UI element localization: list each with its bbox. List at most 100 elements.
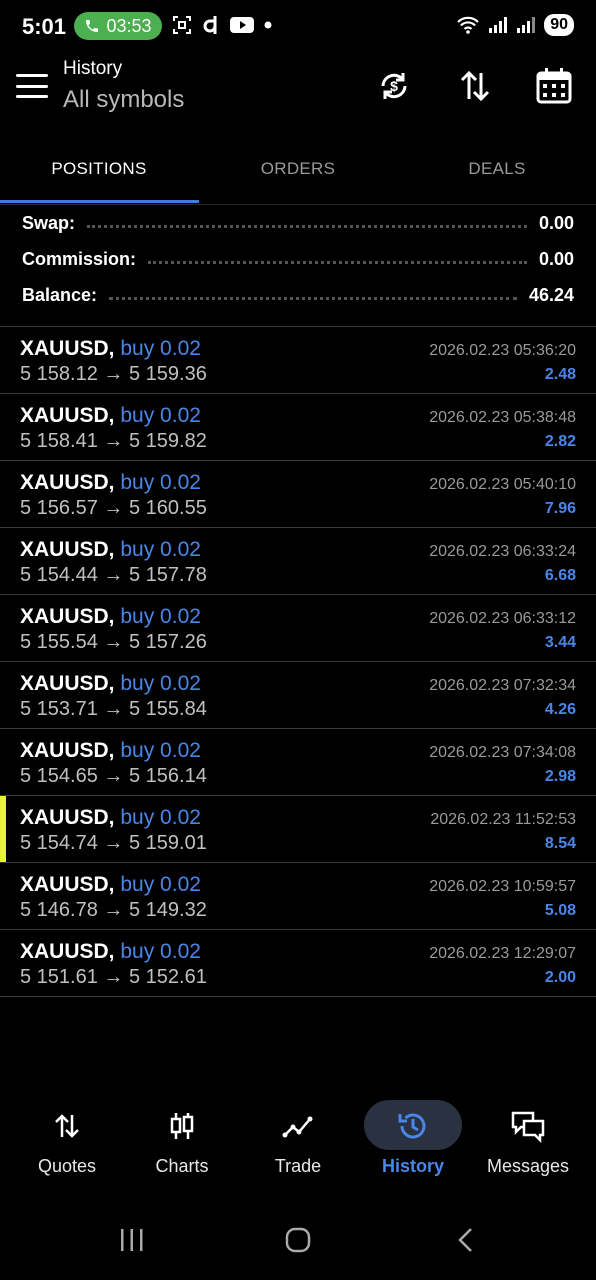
deal-prices: 5 154.74 → 5 159.01 (20, 832, 207, 854)
deal-symbol: XAUUSD, (20, 672, 115, 695)
deal-symbol: XAUUSD, (20, 337, 115, 360)
deal-time: 2026.02.23 05:40:10 (429, 476, 576, 493)
deal-type: buy 0.02 (120, 873, 201, 896)
currency-exchange-icon[interactable]: $ (372, 64, 416, 108)
tab-deals[interactable]: DEALS (398, 134, 596, 204)
balance-row: Balance: 46.24 (22, 280, 574, 310)
divider (87, 223, 527, 228)
deal-type: buy 0.02 (120, 471, 201, 494)
home-icon[interactable] (278, 1220, 318, 1260)
notification-icons (172, 14, 272, 36)
nav-trade[interactable]: Trade (239, 1094, 357, 1194)
svg-text:$: $ (390, 78, 398, 94)
list-item[interactable]: XAUUSD, buy 0.02 5 158.12 → 5 159.36 202… (0, 327, 596, 394)
deal-symbol: XAUUSD, (20, 806, 115, 829)
deal-profit: 2.00 (544, 969, 576, 986)
divider (148, 259, 527, 264)
deal-type: buy 0.02 (120, 404, 201, 427)
positions-list: XAUUSD, buy 0.02 5 158.12 → 5 159.36 202… (0, 327, 596, 997)
tab-orders[interactable]: ORDERS (199, 134, 397, 204)
deal-symbol: XAUUSD, (20, 605, 115, 628)
commission-value: 0.00 (538, 248, 574, 269)
deal-profit: 2.48 (544, 366, 576, 383)
deal-profit: 6.68 (544, 567, 576, 584)
swap-value: 0.00 (538, 212, 574, 233)
messages-icon (504, 1102, 552, 1150)
wifi-icon (457, 16, 479, 34)
nav-label: History (381, 1156, 444, 1176)
deal-type: buy 0.02 (120, 337, 201, 360)
deal-profit: 4.26 (544, 701, 576, 718)
nav-quotes[interactable]: Quotes (8, 1094, 126, 1194)
deal-prices: 5 155.54 → 5 157.26 (20, 631, 207, 653)
deal-prices: 5 154.44 → 5 157.78 (20, 564, 207, 586)
nav-label: Charts (155, 1156, 209, 1176)
nav-messages[interactable]: Messages (469, 1094, 587, 1194)
deal-time: 2026.02.23 07:34:08 (429, 744, 576, 761)
list-item[interactable]: XAUUSD, buy 0.02 5 155.54 → 5 157.26 202… (0, 595, 596, 662)
call-indicator[interactable]: 03:53 (74, 12, 162, 40)
list-item[interactable]: XAUUSD, buy 0.02 5 156.57 → 5 160.55 202… (0, 461, 596, 528)
deal-time: 2026.02.23 06:33:12 (429, 610, 576, 627)
deal-type: buy 0.02 (120, 672, 201, 695)
dot-icon (264, 21, 272, 29)
tab-positions[interactable]: POSITIONS (0, 134, 198, 204)
list-item[interactable]: XAUUSD, buy 0.02 5 153.71 → 5 155.84 202… (0, 662, 596, 729)
system-navigation (0, 1200, 596, 1280)
nav-label: Trade (274, 1156, 322, 1176)
signal-icon (517, 17, 536, 33)
recent-apps-icon[interactable] (112, 1220, 152, 1260)
scan-icon (173, 16, 191, 34)
deal-prices: 5 158.41 → 5 159.82 (20, 430, 207, 452)
battery-indicator: 90 (544, 14, 574, 36)
status-time: 5:01 (22, 14, 67, 39)
list-item[interactable]: XAUUSD, buy 0.02 5 151.61 → 5 152.61 202… (0, 930, 596, 997)
commission-row: Commission: 0.00 (22, 244, 574, 274)
deal-symbol: XAUUSD, (20, 739, 115, 762)
list-item[interactable]: XAUUSD, buy 0.02 5 154.74 → 5 159.01 202… (0, 796, 596, 863)
list-item[interactable]: XAUUSD, buy 0.02 5 158.41 → 5 159.82 202… (0, 394, 596, 461)
nav-label: Quotes (37, 1156, 97, 1176)
deal-time: 2026.02.23 07:32:34 (429, 677, 576, 694)
deal-time: 2026.02.23 10:59:57 (429, 878, 576, 895)
list-item[interactable]: XAUUSD, buy 0.02 5 154.44 → 5 157.78 202… (0, 528, 596, 595)
sort-icon[interactable] (453, 64, 497, 108)
deal-prices: 5 156.57 → 5 160.55 (20, 497, 207, 519)
deal-profit: 2.82 (544, 433, 576, 450)
swap-label: Swap: (22, 212, 76, 233)
youtube-icon (230, 17, 254, 33)
deal-profit: 7.96 (544, 500, 576, 517)
call-timer: 03:53 (106, 15, 152, 36)
symbol-filter[interactable]: All symbols (63, 86, 184, 114)
charts-icon (158, 1102, 206, 1150)
quotes-icon (43, 1102, 91, 1150)
deal-type: buy 0.02 (120, 806, 201, 829)
deal-symbol: XAUUSD, (20, 873, 115, 896)
page-title: History (63, 58, 123, 79)
summary-panel: Swap: 0.00 Commission: 0.00 Balance: 46.… (0, 204, 596, 327)
balance-label: Balance: (22, 284, 98, 305)
calendar-icon[interactable] (532, 64, 576, 108)
nav-history[interactable]: History (354, 1094, 472, 1194)
deal-profit: 5.08 (544, 902, 576, 919)
nav-label: Messages (486, 1156, 570, 1176)
bottom-navigation: Quotes Charts Trade History Messages (0, 1094, 596, 1194)
list-item[interactable]: XAUUSD, buy 0.02 5 154.65 → 5 156.14 202… (0, 729, 596, 796)
app-header: History All symbols $ (0, 54, 596, 134)
deal-symbol: XAUUSD, (20, 538, 115, 561)
dash-app-icon (203, 16, 217, 34)
deal-type: buy 0.02 (120, 940, 201, 963)
deal-symbol: XAUUSD, (20, 471, 115, 494)
history-tabs: POSITIONS ORDERS DEALS (0, 134, 596, 205)
divider (109, 295, 517, 300)
nav-charts[interactable]: Charts (123, 1094, 241, 1194)
list-item[interactable]: XAUUSD, buy 0.02 5 146.78 → 5 149.32 202… (0, 863, 596, 930)
deal-profit: 3.44 (544, 634, 576, 651)
deal-prices: 5 153.71 → 5 155.84 (20, 698, 207, 720)
menu-icon[interactable] (16, 74, 48, 98)
deal-prices: 5 154.65 → 5 156.14 (20, 765, 207, 787)
back-icon[interactable] (446, 1220, 486, 1260)
deal-prices: 5 151.61 → 5 152.61 (20, 966, 207, 988)
deal-symbol: XAUUSD, (20, 940, 115, 963)
phone-icon (86, 20, 99, 32)
